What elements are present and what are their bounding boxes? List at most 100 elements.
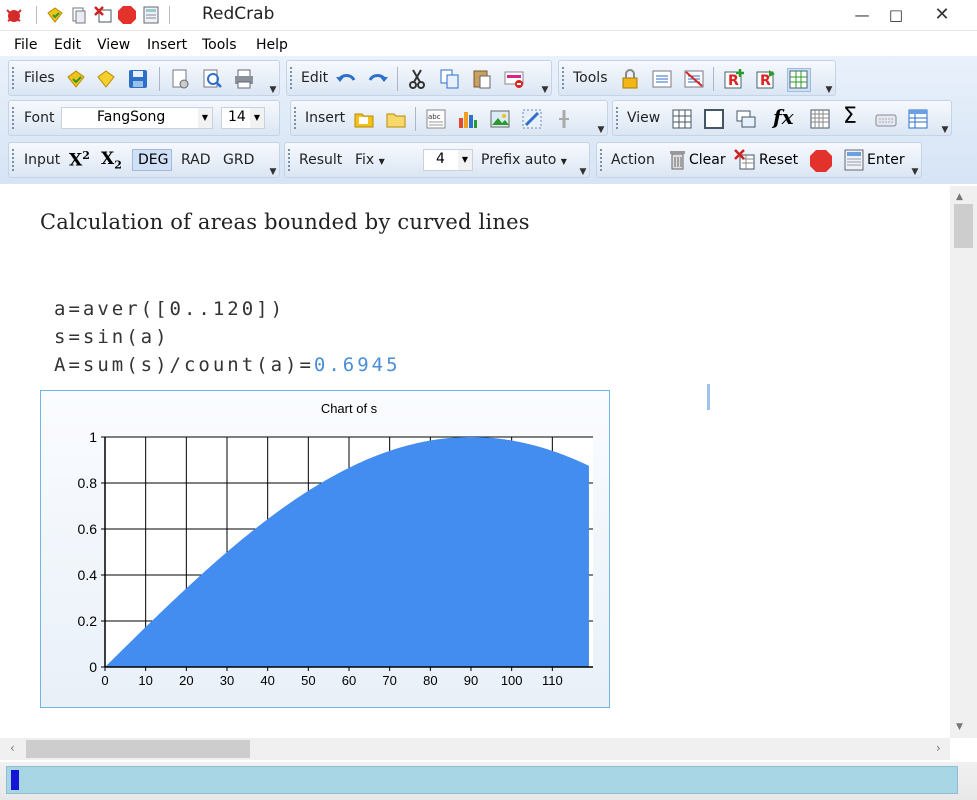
deg-button[interactable]: DEG: [132, 149, 172, 171]
print-icon[interactable]: [233, 68, 255, 90]
insert-separator-icon[interactable]: [553, 108, 575, 130]
sum-sigma-icon[interactable]: Σ: [843, 104, 865, 129]
open-file-icon[interactable]: [45, 5, 65, 25]
insert-chart-icon[interactable]: [457, 108, 479, 130]
rad-button[interactable]: RAD: [181, 152, 211, 168]
open-icon[interactable]: [65, 68, 87, 90]
insert-file-icon[interactable]: [385, 108, 407, 130]
stop-icon[interactable]: [809, 149, 833, 173]
fix-dropdown[interactable]: Fix ▼: [355, 152, 385, 168]
result-label: Result: [299, 152, 343, 168]
toolbar-overflow[interactable]: ▼: [823, 61, 835, 95]
lock-icon[interactable]: [619, 68, 641, 90]
matrix-icon[interactable]: [809, 108, 831, 130]
windows-icon[interactable]: [735, 108, 757, 130]
no-lines-icon[interactable]: [683, 68, 705, 90]
menu-help[interactable]: Help: [256, 37, 288, 53]
toolbar-overflow[interactable]: ▼: [939, 101, 951, 135]
horizontal-scrollbar[interactable]: ‹ ›: [0, 738, 950, 760]
menu-file[interactable]: File: [14, 37, 37, 53]
toolbar-overflow[interactable]: ▼: [267, 143, 279, 177]
toolbar-grip[interactable]: [600, 149, 604, 171]
toggle-grid-icon[interactable]: [787, 68, 811, 92]
lines-icon[interactable]: [651, 68, 673, 90]
font-toolbar: Font FangSong ▼ 14 ▼: [8, 100, 280, 136]
function-fx-icon[interactable]: fx: [773, 105, 795, 129]
delete-icon[interactable]: [503, 68, 525, 90]
toolbar-overflow[interactable]: ▼: [577, 143, 589, 177]
maximize-button[interactable]: □: [874, 0, 918, 30]
fix-label: Fix: [355, 152, 375, 168]
print-preview-icon[interactable]: [201, 68, 223, 90]
insert-text-icon[interactable]: abc: [425, 108, 447, 130]
scroll-right-icon[interactable]: ›: [936, 741, 941, 755]
copy-doc-icon[interactable]: [69, 5, 89, 25]
toolbar-grip[interactable]: [616, 107, 620, 129]
insert-folder-icon[interactable]: [353, 108, 375, 130]
input-label: Input: [24, 152, 61, 168]
toolbar-grip[interactable]: [288, 149, 292, 171]
chevron-down-icon[interactable]: ▼: [198, 108, 212, 128]
document-area[interactable]: Calculation of areas bounded by curved l…: [0, 186, 950, 738]
chevron-down-icon[interactable]: ▼: [250, 108, 264, 128]
cut-icon[interactable]: [407, 68, 429, 90]
toolbar-grip[interactable]: [294, 107, 298, 129]
keyboard-icon[interactable]: [875, 108, 897, 130]
grid-view-icon[interactable]: [671, 108, 693, 130]
reset-table-icon[interactable]: [93, 5, 113, 25]
files-toolbar: Files ▼: [8, 60, 280, 96]
menu-view[interactable]: View: [97, 37, 130, 53]
toolbar-grip[interactable]: [290, 67, 294, 89]
toolbar-overflow[interactable]: ▼: [267, 61, 279, 95]
insert-image-icon[interactable]: [489, 108, 511, 130]
toolbar-grip[interactable]: [12, 107, 16, 129]
scroll-left-icon[interactable]: ‹: [10, 741, 15, 755]
scroll-up-icon[interactable]: ▲: [956, 192, 963, 202]
insert-label: Insert: [305, 110, 346, 126]
formula-line-3[interactable]: A=sum(s)/count(a)=0.6945: [54, 354, 401, 376]
menu-edit[interactable]: Edit: [54, 37, 81, 53]
scroll-down-icon[interactable]: ▼: [956, 722, 963, 732]
vertical-scrollbar[interactable]: ▲ ▼: [950, 186, 977, 738]
redo-icon[interactable]: [367, 68, 389, 90]
status-input[interactable]: [6, 766, 958, 794]
vertical-scroll-thumb[interactable]: [954, 204, 973, 248]
insert-drawing-icon[interactable]: [521, 108, 543, 130]
font-family-value: FangSong: [97, 109, 166, 125]
formula-line-2[interactable]: s=sin(a): [54, 326, 170, 348]
redcrab-add-icon[interactable]: R: [723, 68, 745, 90]
undo-icon[interactable]: [335, 68, 357, 90]
chevron-down-icon[interactable]: ▼: [458, 150, 472, 170]
save-icon[interactable]: [127, 68, 149, 90]
prefix-dropdown[interactable]: Prefix auto ▼: [481, 152, 567, 168]
digits-select[interactable]: 4 ▼: [423, 149, 473, 171]
calculator-icon[interactable]: [141, 5, 161, 25]
horizontal-scroll-thumb[interactable]: [26, 740, 250, 758]
toolbar-overflow[interactable]: ▼: [595, 101, 607, 135]
toolbar-overflow[interactable]: ▼: [539, 61, 551, 95]
redcrab-reload-icon[interactable]: R: [755, 68, 777, 90]
toolbar-overflow[interactable]: ▼: [909, 143, 921, 177]
formula-line-1[interactable]: a=aver([0..120]): [54, 298, 285, 320]
paste-icon[interactable]: [471, 68, 493, 90]
menu-insert[interactable]: Insert: [147, 37, 187, 53]
chart-panel[interactable]: Chart of s 0 10 20 30 40 50 60 70 80 90 100 110 0 0.2 0…: [40, 390, 610, 708]
superscript-button[interactable]: X2: [69, 149, 90, 171]
subscript-button[interactable]: X2: [101, 149, 122, 171]
stop-icon[interactable]: [117, 5, 137, 25]
toolbar-grip[interactable]: [12, 67, 16, 89]
close-button[interactable]: ✕: [920, 0, 964, 30]
page-setup-icon[interactable]: [169, 68, 191, 90]
copy-icon[interactable]: [439, 68, 461, 90]
toolbar-grip[interactable]: [562, 67, 566, 89]
font-family-select[interactable]: FangSong ▼: [61, 107, 213, 129]
frame-view-icon[interactable]: [703, 108, 725, 130]
toolbar-grip[interactable]: [12, 149, 16, 171]
status-bar: [0, 762, 977, 800]
font-size-select[interactable]: 14 ▼: [221, 107, 265, 129]
deg-label: DEG: [138, 152, 169, 168]
menu-tools[interactable]: Tools: [202, 37, 237, 53]
grd-button[interactable]: GRD: [223, 152, 254, 168]
new-icon[interactable]: [95, 68, 117, 90]
table-view-icon[interactable]: [907, 108, 929, 130]
